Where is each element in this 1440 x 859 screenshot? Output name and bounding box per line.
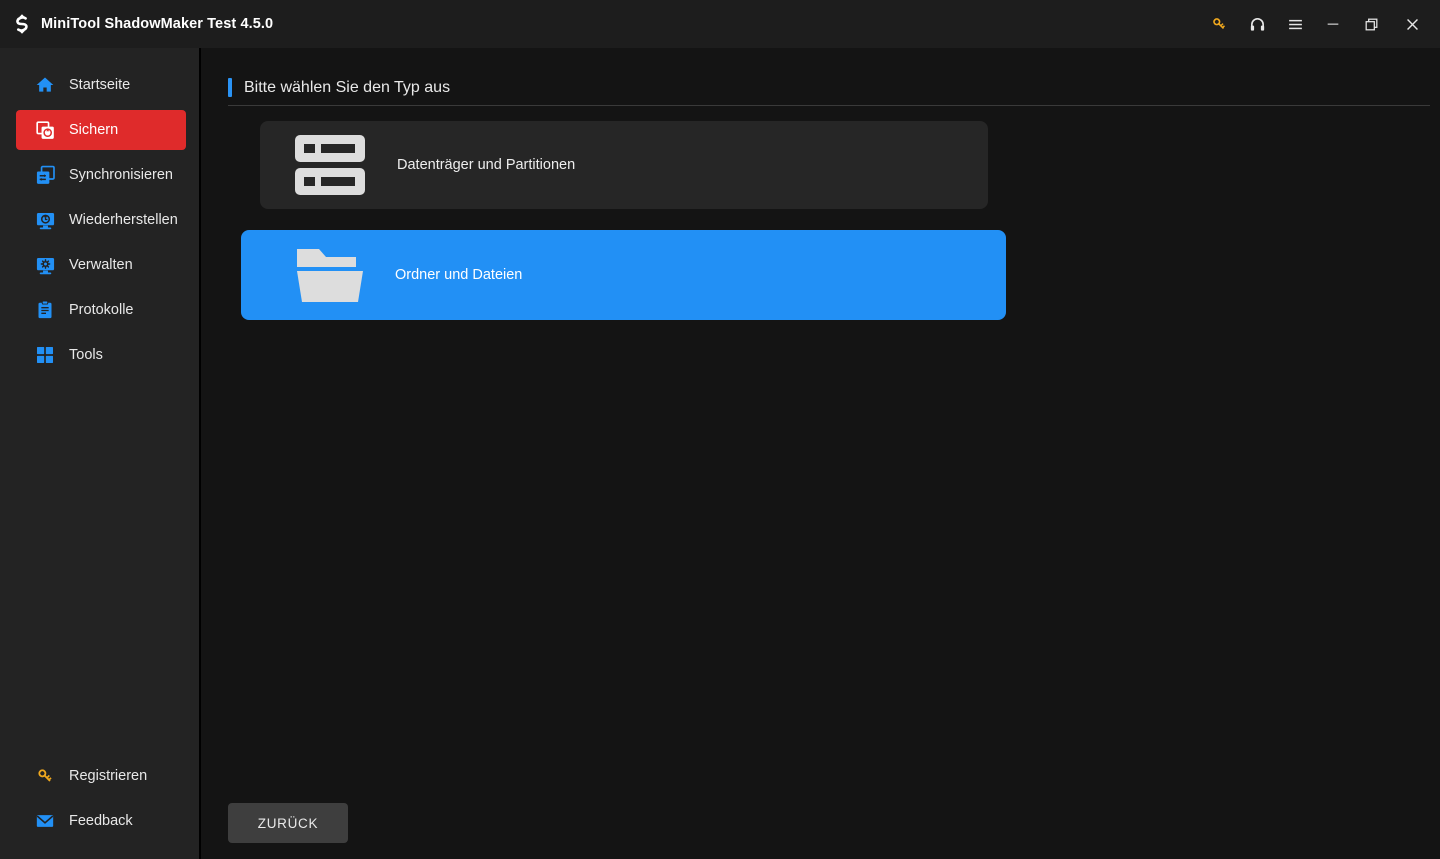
backup-type-card-folder[interactable]: Ordner und Dateien — [241, 230, 1006, 320]
key-icon — [34, 765, 56, 787]
sidebar-item-label: Synchronisieren — [69, 167, 173, 183]
restore-monitor-icon — [34, 209, 56, 231]
sidebar-item-wiederherstellen[interactable]: Wiederherstellen — [16, 200, 186, 240]
restore-icon[interactable] — [1352, 0, 1390, 48]
home-icon — [34, 74, 56, 96]
sidebar-bottom-list: Registrieren Feedback — [0, 756, 201, 841]
close-icon[interactable] — [1390, 0, 1434, 48]
sidebar-nav-list: Startseite Sichern Synchronisieren Wiede… — [0, 48, 199, 375]
page-header: Bitte wählen Sie den Typ aus — [228, 78, 450, 97]
sidebar: Startseite Sichern Synchronisieren Wiede… — [0, 48, 201, 859]
sidebar-item-label: Wiederherstellen — [69, 212, 178, 228]
sidebar-item-label: Protokolle — [69, 302, 134, 318]
header-divider — [228, 105, 1430, 106]
refresh-sync-logo-icon — [16, 14, 28, 34]
folder-icon — [293, 244, 367, 306]
logs-clipboard-icon — [34, 299, 56, 321]
sidebar-item-label: Tools — [69, 347, 103, 363]
sidebar-item-synchronisieren[interactable]: Synchronisieren — [16, 155, 186, 195]
sidebar-item-label: Verwalten — [69, 257, 133, 273]
backup-type-card-disk[interactable]: Datenträger und Partitionen — [260, 121, 988, 209]
register-key-icon[interactable] — [1200, 0, 1238, 48]
sidebar-item-label: Registrieren — [69, 768, 148, 784]
card-label: Datenträger und Partitionen — [397, 157, 576, 173]
sidebar-item-label: Startseite — [69, 77, 131, 93]
header-accent-bar — [228, 78, 232, 97]
sidebar-item-label: Feedback — [69, 813, 133, 829]
tools-grid-icon — [34, 344, 56, 366]
sidebar-item-protokolle[interactable]: Protokolle — [16, 290, 186, 330]
sidebar-item-sichern[interactable]: Sichern — [16, 110, 186, 150]
envelope-icon — [34, 810, 56, 832]
page-title: Bitte wählen Sie den Typ aus — [244, 78, 451, 96]
title-bar: MiniTool ShadowMaker Test 4.5.0 — [0, 0, 1440, 48]
window-controls — [1200, 0, 1440, 48]
card-label: Ordner und Dateien — [395, 267, 523, 283]
support-headset-icon[interactable] — [1238, 0, 1276, 48]
sidebar-item-registrieren[interactable]: Registrieren — [16, 756, 188, 796]
sidebar-item-feedback[interactable]: Feedback — [16, 801, 188, 841]
menu-hamburger-icon[interactable] — [1276, 0, 1314, 48]
sidebar-item-label: Sichern — [69, 122, 119, 138]
backup-icon — [34, 119, 56, 141]
window-title: MiniTool ShadowMaker Test 4.5.0 — [41, 16, 274, 32]
sidebar-item-tools[interactable]: Tools — [16, 335, 186, 375]
main-content: Bitte wählen Sie den Typ aus Datenträger… — [203, 48, 1440, 859]
manage-gear-monitor-icon — [34, 254, 56, 276]
sidebar-item-startseite[interactable]: Startseite — [16, 65, 186, 105]
sync-icon — [34, 164, 56, 186]
app-window: MiniTool ShadowMaker Test 4.5.0 Startsei… — [0, 0, 1440, 859]
disk-partitions-icon — [293, 134, 367, 196]
minimize-icon[interactable] — [1314, 0, 1352, 48]
sidebar-item-verwalten[interactable]: Verwalten — [16, 245, 186, 285]
back-button[interactable]: ZURÜCK — [228, 803, 348, 843]
